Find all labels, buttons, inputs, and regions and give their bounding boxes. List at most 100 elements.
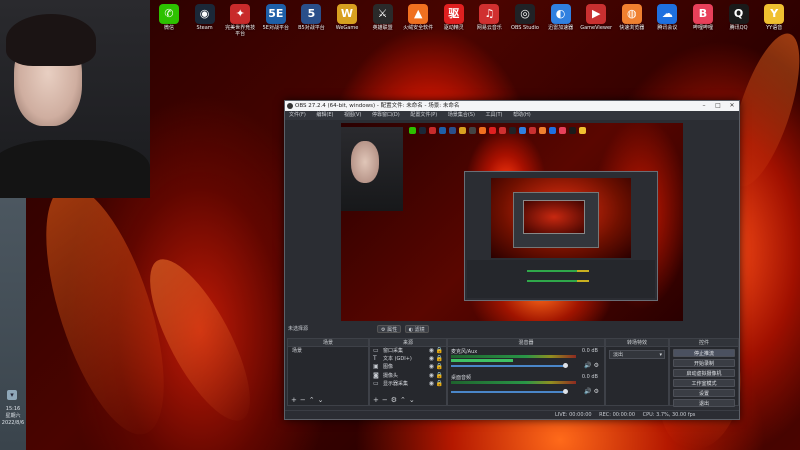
desktop-icon[interactable]: ◍ 快速浏览器 <box>615 4 649 31</box>
menu-docks[interactable]: 停靠窗口(D) <box>372 112 400 118</box>
source-item[interactable]: ▭ 显示器采集 ◉ 🔒 <box>370 380 446 388</box>
volume-knob[interactable] <box>563 389 568 394</box>
desktop-icon[interactable]: 5 B5对战平台 <box>294 4 328 31</box>
desktop-icon-label: 快速浏览器 <box>619 25 645 31</box>
menu-scene-collection[interactable]: 场景集合(S) <box>448 112 475 118</box>
move-up-icon[interactable]: ⌃ <box>400 396 409 404</box>
desktop-icon[interactable]: ▶ GameViewer <box>579 4 613 31</box>
add-source-button[interactable]: + <box>373 396 382 404</box>
desktop-icon-label: 迅雷加速器 <box>548 25 574 31</box>
scene-item[interactable]: 场景 <box>288 347 368 355</box>
channel-db: 0.0 dB <box>581 348 598 354</box>
app-icon: ✆ <box>159 4 179 24</box>
desktop-icon[interactable]: Y YY语音 <box>757 4 791 31</box>
speaker-icon[interactable]: 🔊 ⚙ <box>584 362 599 369</box>
virtual-camera-button[interactable]: 启动虚拟摄像机 <box>673 369 735 377</box>
clock-time: 15:16 <box>5 406 21 412</box>
desktop-icon[interactable]: B 哔哩哔哩 <box>686 4 720 31</box>
remove-source-button[interactable]: − <box>382 396 391 404</box>
move-down-icon[interactable]: ⌄ <box>318 396 327 404</box>
desktop-icon[interactable]: ⚔ 英雄联盟 <box>366 4 400 31</box>
desktop-icon[interactable]: 驱驱动精灵 <box>437 4 471 31</box>
text-icon: T <box>373 355 377 363</box>
obs-preview[interactable] <box>341 123 683 321</box>
source-settings-icon[interactable]: ⚙ <box>391 396 400 404</box>
source-item[interactable]: ▣ 图像 ◉ 🔒 <box>370 363 446 371</box>
desktop-icon[interactable]: 5E 5E对战平台 <box>259 4 293 31</box>
transition-select[interactable]: 淡出 <box>609 350 665 360</box>
source-toolbar: ⚙ 属性 ◐ 滤镜 <box>375 325 429 333</box>
lock-icon[interactable]: 🔒 <box>436 380 443 388</box>
desktop-icon[interactable]: Q 腾讯QQ <box>722 4 756 31</box>
eye-icon[interactable]: ◉ <box>429 363 434 371</box>
sources-title: 来源 <box>370 339 446 347</box>
desktop-icon[interactable]: ◉ Steam <box>188 4 222 31</box>
image-icon: ▣ <box>373 363 379 371</box>
mixer-channel-desktop: 桌面音频 0.0 dB 🔊 ⚙ <box>448 373 604 399</box>
app-icon: ⚔ <box>372 4 393 24</box>
menu-profile[interactable]: 配置文件(P) <box>410 112 437 118</box>
properties-button[interactable]: ⚙ 属性 <box>377 325 402 333</box>
eye-icon[interactable]: ◉ <box>429 380 434 388</box>
taskbar-clock[interactable]: 15:16 星期六 2022/8/6 <box>1 406 25 427</box>
menu-view[interactable]: 视图(V) <box>344 112 361 118</box>
lock-icon[interactable]: 🔒 <box>436 363 443 371</box>
desktop-icon[interactable]: ✆ 微信 <box>152 4 186 31</box>
obs-titlebar[interactable]: OBS 27.2.4 (64-bit, windows) - 配置文件: 未命名… <box>285 101 739 111</box>
cpu-status: CPU: 3.7%, 30.00 fps <box>642 412 696 418</box>
menu-help[interactable]: 帮助(H) <box>513 112 531 118</box>
menu-tools[interactable]: 工具(T) <box>486 112 503 118</box>
desktop-icon[interactable]: W WeGame <box>330 4 364 31</box>
eye-icon[interactable]: ◉ <box>429 372 434 380</box>
source-item[interactable]: T 文本 (GDI+) ◉ 🔒 <box>370 355 446 363</box>
desktop-icon[interactable]: ◎ OBS Studio <box>508 4 542 31</box>
desktop-icon-label: YY语音 <box>766 25 783 31</box>
webcam-hair <box>6 14 96 66</box>
eye-icon[interactable]: ◉ <box>429 355 434 363</box>
tray-icon[interactable]: ▾ <box>7 390 17 400</box>
preview-webcam <box>341 127 403 211</box>
desktop-icon-label: B5对战平台 <box>298 25 325 31</box>
volume-knob[interactable] <box>563 363 568 368</box>
app-icon: 5E <box>265 4 286 24</box>
app-icon: 5 <box>301 4 322 24</box>
remove-scene-button[interactable]: − <box>300 396 309 404</box>
source-label: 摄像头 <box>383 372 399 379</box>
no-source-label: 未选择源 <box>288 326 309 332</box>
eye-icon[interactable]: ◉ <box>429 347 434 355</box>
add-scene-button[interactable]: + <box>291 396 300 404</box>
desktop-icon[interactable]: ☁ 腾讯会议 <box>650 4 684 31</box>
move-down-icon[interactable]: ⌄ <box>409 396 418 404</box>
lock-icon[interactable]: 🔒 <box>436 347 443 355</box>
volume-slider[interactable] <box>451 365 566 367</box>
close-button[interactable]: ✕ <box>725 101 739 111</box>
move-up-icon[interactable]: ⌃ <box>309 396 318 404</box>
desktop-icon[interactable]: ▲ 火绒安全软件 <box>401 4 435 31</box>
maximize-button[interactable]: □ <box>711 101 725 111</box>
app-icon: ◎ <box>515 4 535 24</box>
exit-button[interactable]: 退出 <box>673 399 735 407</box>
lock-icon[interactable]: 🔒 <box>436 372 443 380</box>
studio-mode-button[interactable]: 工作室模式 <box>673 379 735 387</box>
stop-streaming-button[interactable]: 停止推流 <box>673 349 735 357</box>
scenes-toolbar: +−⌃⌄ <box>291 396 327 404</box>
desktop-icon[interactable]: ♫ 网易云音乐 <box>472 4 506 31</box>
speaker-icon[interactable]: 🔊 ⚙ <box>584 388 599 395</box>
filters-button[interactable]: ◐ 滤镜 <box>404 325 429 333</box>
source-item[interactable]: ▭ 窗口采集 ◉ 🔒 <box>370 347 446 355</box>
desktop-icon[interactable]: ◐ 迅雷加速器 <box>544 4 578 31</box>
source-item[interactable]: ◙ 摄像头 ◉ 🔒 <box>370 372 446 380</box>
rec-status: REC: 00:00:00 <box>599 412 636 418</box>
transitions-dock: 转场特效 淡出 <box>605 338 669 406</box>
desktop-icon[interactable]: ✦ 完美世界竞技平台 <box>223 4 257 37</box>
settings-button[interactable]: 设置 <box>673 389 735 397</box>
nested-window-inner <box>523 200 585 234</box>
volume-slider[interactable] <box>451 391 566 393</box>
source-label: 文本 (GDI+) <box>383 356 412 363</box>
transitions-title: 转场特效 <box>606 339 668 347</box>
minimize-button[interactable]: – <box>697 101 711 111</box>
start-recording-button[interactable]: 开始录制 <box>673 359 735 367</box>
sources-dock: 来源 ▭ 窗口采集 ◉ 🔒 T 文本 (GDI+) ◉ 🔒 ▣ 图像 ◉ 🔒 ◙ 摄像头 ◉ 🔒 ▭ 显示器采集 ◉… <box>369 338 447 406</box>
menu-file[interactable]: 文件(F) <box>289 112 306 118</box>
menu-edit[interactable]: 编辑(E) <box>316 112 333 118</box>
